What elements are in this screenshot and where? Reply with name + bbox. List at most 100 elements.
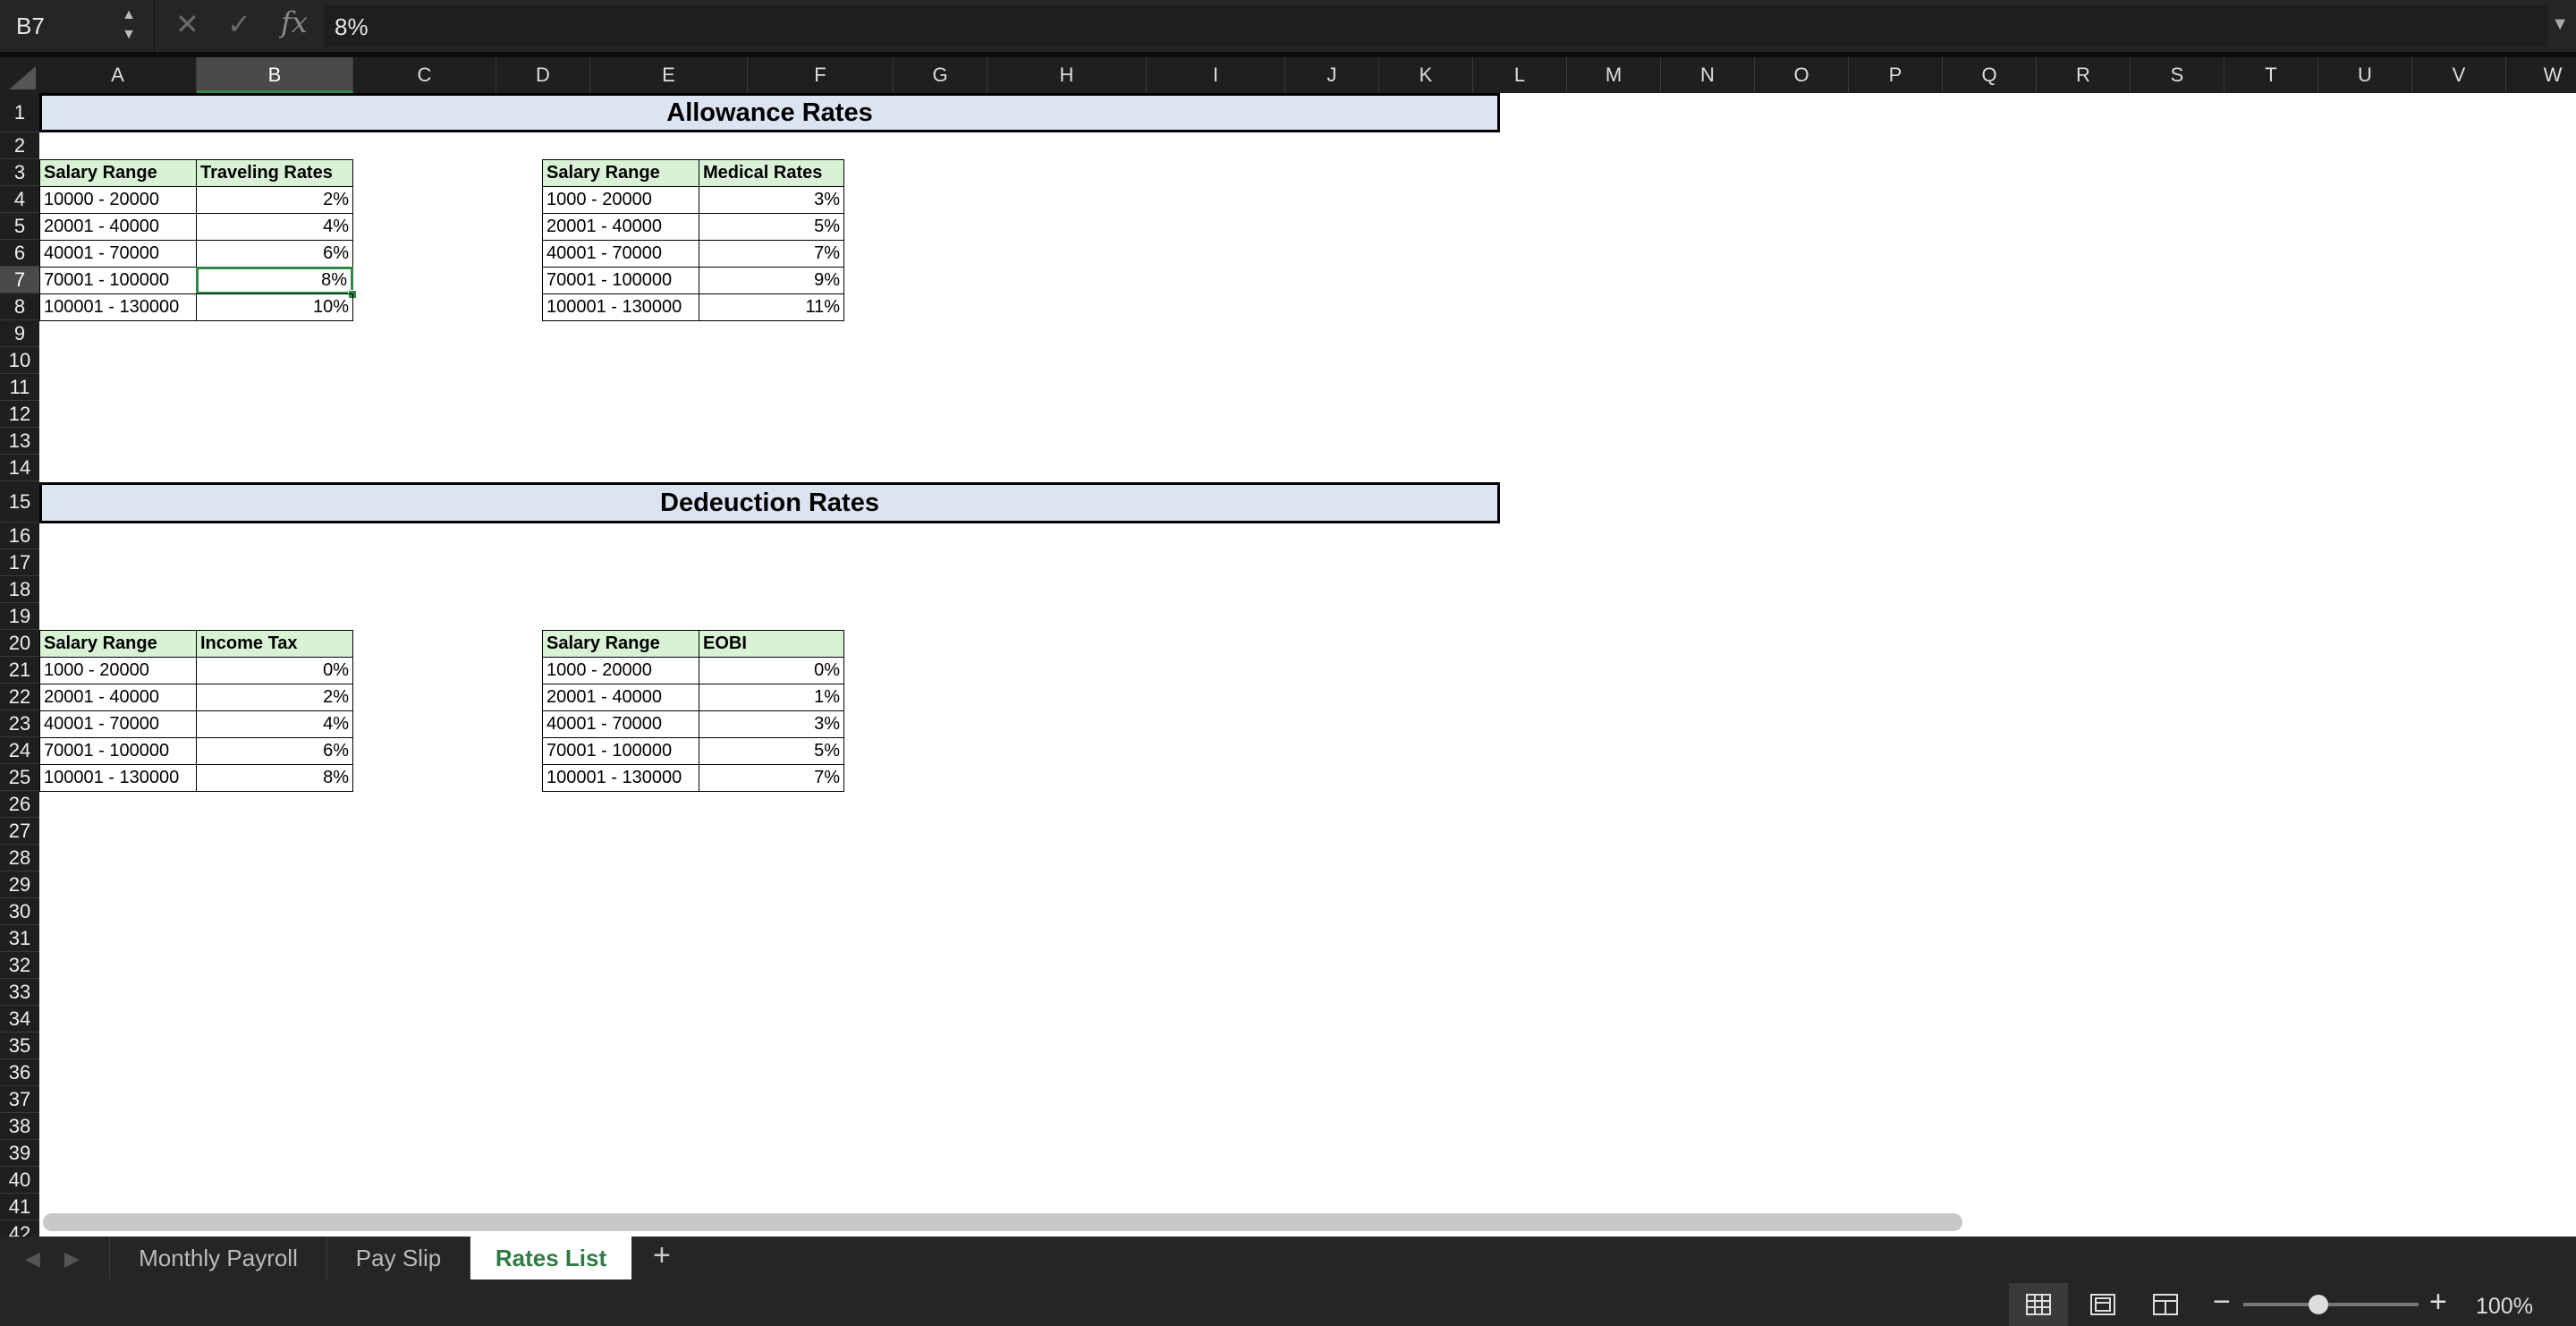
- row-header-8[interactable]: 8: [0, 293, 39, 320]
- table-row[interactable]: 1000 - 20000: [39, 657, 197, 684]
- eobi-header-range[interactable]: Salary Range: [542, 630, 699, 658]
- table-row[interactable]: 100001 - 130000: [39, 293, 197, 321]
- table-cell[interactable]: 7%: [699, 240, 844, 268]
- row-header-23[interactable]: 23: [0, 710, 39, 737]
- row-header-27[interactable]: 27: [0, 818, 39, 845]
- row-header-11[interactable]: 11: [0, 374, 39, 401]
- add-sheet-icon[interactable]: +: [653, 1238, 671, 1273]
- row-header-42[interactable]: 42: [0, 1220, 39, 1237]
- eobi-header-rate[interactable]: EOBI: [699, 630, 844, 658]
- traveling-header-range[interactable]: Salary Range: [39, 159, 197, 187]
- column-header-g[interactable]: G: [894, 57, 987, 93]
- row-header-35[interactable]: 35: [0, 1033, 39, 1059]
- row-header-3[interactable]: 3: [0, 159, 39, 186]
- column-header-s[interactable]: S: [2131, 57, 2224, 93]
- column-header-p[interactable]: P: [1849, 57, 1943, 93]
- zoom-slider-knob[interactable]: [2309, 1295, 2328, 1314]
- table-row[interactable]: 70001 - 100000: [542, 267, 699, 294]
- row-header-9[interactable]: 9: [0, 320, 39, 347]
- table-row[interactable]: 100001 - 130000: [39, 764, 197, 792]
- column-header-l[interactable]: L: [1473, 57, 1567, 93]
- table-cell[interactable]: 6%: [196, 240, 353, 268]
- name-box-stepper-icon[interactable]: ▲ ▼: [122, 5, 136, 45]
- table-row[interactable]: 20001 - 40000: [542, 213, 699, 241]
- row-header-19[interactable]: 19: [0, 603, 39, 630]
- row-header-2[interactable]: 2: [0, 132, 39, 159]
- row-header-33[interactable]: 33: [0, 979, 39, 1006]
- page-break-preview-icon[interactable]: [2136, 1283, 2195, 1326]
- row-header-31[interactable]: 31: [0, 925, 39, 952]
- name-box[interactable]: B7 ▲ ▼: [0, 0, 155, 52]
- row-header-36[interactable]: 36: [0, 1059, 39, 1086]
- row-header-40[interactable]: 40: [0, 1167, 39, 1194]
- allowance-rates-title[interactable]: Allowance Rates: [39, 93, 1500, 132]
- table-row[interactable]: 20001 - 40000: [39, 684, 197, 711]
- column-header-t[interactable]: T: [2224, 57, 2318, 93]
- row-header-32[interactable]: 32: [0, 952, 39, 979]
- table-cell[interactable]: 9%: [699, 267, 844, 294]
- income-tax-header-range[interactable]: Salary Range: [39, 630, 197, 658]
- column-header-w[interactable]: W: [2506, 57, 2576, 93]
- function-icon[interactable]: fx: [281, 5, 308, 39]
- column-header-k[interactable]: K: [1379, 57, 1473, 93]
- row-header-12[interactable]: 12: [0, 401, 39, 428]
- table-cell[interactable]: 2%: [196, 186, 353, 214]
- column-header-c[interactable]: C: [353, 57, 496, 93]
- column-header-e[interactable]: E: [590, 57, 748, 93]
- column-header-o[interactable]: O: [1755, 57, 1849, 93]
- zoom-in-icon[interactable]: +: [2429, 1285, 2447, 1320]
- table-cell[interactable]: 6%: [196, 737, 353, 765]
- row-header-4[interactable]: 4: [0, 186, 39, 213]
- column-header-f[interactable]: F: [748, 57, 894, 93]
- table-cell[interactable]: 0%: [196, 657, 353, 684]
- table-row[interactable]: 20001 - 40000: [39, 213, 197, 241]
- sheet-grid[interactable]: Allowance Rates Dedeuction Rates Salary …: [39, 93, 2576, 1237]
- column-header-a[interactable]: A: [39, 57, 197, 93]
- row-header-13[interactable]: 13: [0, 428, 39, 455]
- table-cell[interactable]: 1%: [699, 684, 844, 711]
- column-header-n[interactable]: N: [1661, 57, 1755, 93]
- tab-pay-slip[interactable]: Pay Slip: [327, 1237, 470, 1279]
- medical-header-rate[interactable]: Medical Rates: [699, 159, 844, 187]
- row-header-18[interactable]: 18: [0, 576, 39, 603]
- zoom-level[interactable]: 100%: [2476, 1294, 2533, 1320]
- column-header-h[interactable]: H: [987, 57, 1147, 93]
- row-header-41[interactable]: 41: [0, 1194, 39, 1220]
- row-header-7[interactable]: 7: [0, 267, 39, 293]
- income-tax-header-rate[interactable]: Income Tax: [196, 630, 353, 658]
- row-header-6[interactable]: 6: [0, 240, 39, 267]
- column-header-q[interactable]: Q: [1943, 57, 2037, 93]
- formula-input[interactable]: 8%: [324, 5, 2547, 47]
- cancel-icon[interactable]: ✕: [175, 7, 199, 41]
- table-cell[interactable]: 7%: [699, 764, 844, 792]
- row-header-16[interactable]: 16: [0, 523, 39, 549]
- row-header-38[interactable]: 38: [0, 1113, 39, 1140]
- table-row[interactable]: 10000 - 20000: [39, 186, 197, 214]
- row-header-14[interactable]: 14: [0, 455, 39, 481]
- column-header-b[interactable]: B: [197, 57, 353, 93]
- column-header-d[interactable]: D: [496, 57, 590, 93]
- table-cell[interactable]: 4%: [196, 710, 353, 738]
- column-header-v[interactable]: V: [2412, 57, 2506, 93]
- row-header-39[interactable]: 39: [0, 1140, 39, 1167]
- table-cell[interactable]: 3%: [699, 710, 844, 738]
- table-row[interactable]: 70001 - 100000: [542, 737, 699, 765]
- row-header-34[interactable]: 34: [0, 1006, 39, 1033]
- row-header-24[interactable]: 24: [0, 737, 39, 764]
- row-header-15[interactable]: 15: [0, 481, 39, 523]
- table-row[interactable]: 70001 - 100000: [39, 737, 197, 765]
- tab-rates-list[interactable]: Rates List: [470, 1237, 631, 1279]
- table-cell[interactable]: 5%: [699, 737, 844, 765]
- horizontal-scrollbar[interactable]: [43, 1213, 1962, 1231]
- prev-sheet-icon[interactable]: ◀: [25, 1247, 40, 1271]
- table-cell[interactable]: 8%: [196, 764, 353, 792]
- row-header-37[interactable]: 37: [0, 1086, 39, 1113]
- table-cell[interactable]: 3%: [699, 186, 844, 214]
- row-header-17[interactable]: 17: [0, 549, 39, 576]
- row-header-1[interactable]: 1: [0, 93, 39, 132]
- table-row[interactable]: 40001 - 70000: [542, 710, 699, 738]
- row-header-5[interactable]: 5: [0, 213, 39, 240]
- table-row[interactable]: 70001 - 100000: [39, 267, 197, 294]
- traveling-header-rate[interactable]: Traveling Rates: [196, 159, 353, 187]
- column-header-i[interactable]: I: [1147, 57, 1285, 93]
